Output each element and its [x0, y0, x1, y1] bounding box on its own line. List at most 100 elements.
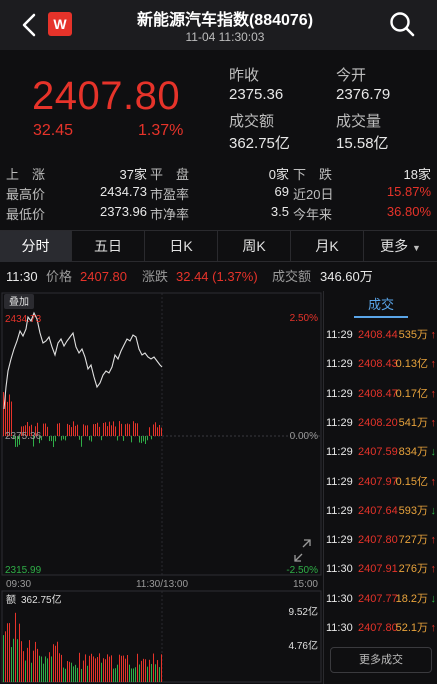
search-icon[interactable] [388, 10, 416, 38]
inner-volume-bar [77, 424, 78, 436]
inner-volume-bar [115, 426, 116, 436]
trade-price: 2407.80 [358, 622, 398, 634]
volume-tick-high: 9.52亿 [289, 605, 318, 618]
volume-bar [23, 651, 24, 682]
inner-volume-bar [161, 427, 162, 436]
volume-bar [87, 665, 88, 682]
inner-volume-bar [151, 436, 152, 440]
time-axis-start: 09:30 [6, 579, 31, 590]
stats-row: 最低价 2373.96 市净率 3.5 今年来 36.80% [0, 204, 437, 223]
volume-bar [7, 623, 8, 682]
app-logo[interactable]: W [48, 12, 72, 36]
intraday-chart[interactable]: 叠加 2434.73 2.50% 2375.36 0.00% 2315.99 -… [0, 291, 323, 684]
tab-intraday[interactable]: 分时 [0, 231, 72, 262]
volume-bar [157, 660, 158, 682]
info-amount: 346.60万 [320, 269, 373, 284]
tab-five-day[interactable]: 五日 [72, 231, 145, 262]
y-axis-low: 2315.99 [5, 565, 42, 576]
prev-close-label: 昨收 [229, 67, 260, 84]
inner-volume-bar [101, 436, 102, 441]
chart-period-tabs: 分时 五日 日K 周K 月K 更多 ▼ [0, 230, 437, 262]
trades-tab-underline [354, 316, 408, 318]
trade-row: 11:29 2408.43 0.13亿 ↑ [324, 356, 437, 372]
volume-bar [153, 653, 154, 682]
inner-volume-bar [127, 423, 128, 436]
volume-bar [9, 623, 10, 682]
volume-bar [71, 662, 72, 682]
inner-volume-bar [89, 436, 90, 441]
trade-time: 11:30 [326, 563, 353, 576]
trade-amount: 52.1万 [395, 622, 428, 634]
stat-value: 0家 [268, 167, 289, 182]
inner-volume-bar [125, 424, 126, 436]
volume-bar [135, 667, 136, 682]
open-value: 2376.79 [336, 86, 391, 103]
volume-bar [145, 659, 146, 682]
trades-tab[interactable]: 成交 [324, 291, 437, 319]
volume-bars [3, 612, 162, 682]
inner-volume-bar [155, 422, 156, 436]
volume-bar [51, 656, 52, 682]
info-price: 2407.80 [80, 269, 127, 284]
info-price-label: 价格 [46, 269, 73, 284]
volume-bar [125, 658, 126, 682]
inner-volume-bar [55, 436, 56, 442]
trade-price: 2407.80 [358, 534, 398, 547]
prev-close-value: 2375.36 [229, 86, 284, 103]
volume-bar [53, 644, 54, 682]
y-axis-high-pct: 2.50% [290, 313, 318, 324]
volume-bar [35, 641, 36, 682]
tab-monthly-k[interactable]: 月K [291, 231, 364, 262]
stat-value: 37家 [119, 167, 147, 182]
volume-bar [39, 655, 40, 682]
trade-price: 2408.43 [358, 358, 398, 371]
trade-price: 2407.91 [358, 563, 398, 576]
time-axis-end: 15:00 [293, 579, 318, 590]
volume-bar [147, 666, 148, 682]
tab-more[interactable]: 更多 ▼ [364, 231, 437, 262]
volume-bar [141, 660, 142, 682]
stat-value: 2434.73 [100, 184, 147, 199]
volume-bar [75, 664, 76, 682]
inner-volume-bar [143, 436, 144, 442]
inner-volume-bar [83, 424, 84, 436]
trade-ticker-panel: 成交 11:29 2408.44 535万 ↑ 11:29 2408.43 0.13亿 ↑ 11… [323, 291, 437, 684]
more-trades-button[interactable]: 更多成交 [330, 647, 432, 673]
overlay-button[interactable]: 叠加 [9, 296, 29, 308]
trade-time: 11:30 [326, 592, 353, 605]
inner-volume-bar [65, 436, 66, 441]
volume-bar [5, 631, 6, 682]
trade-amount: 593万 [398, 504, 428, 517]
inner-volume-bar [147, 436, 148, 441]
stat-label: 下 跌 [293, 167, 333, 182]
info-amount-label: 成交额 [272, 269, 312, 284]
arrow-up-icon: ↑ [430, 358, 437, 371]
inner-volume-bar [93, 424, 94, 436]
volume-bar [17, 639, 18, 682]
volume-bar [19, 623, 20, 682]
price-change-percent: 1.37% [138, 122, 184, 139]
back-arrow-icon[interactable] [18, 12, 42, 38]
volume-bar [143, 658, 144, 682]
stats-row: 最高价 2434.73 市盈率 69 近20日 15.87% [0, 184, 437, 203]
volume-bar [151, 663, 152, 682]
quote-panel: 2407.80 32.45 1.37% 昨收 2375.36 今开 2376.7… [0, 50, 437, 160]
stat-value: 15.87% [386, 184, 431, 199]
volume-bar [83, 660, 84, 682]
volume-bar [11, 647, 12, 682]
volume-bar [93, 656, 94, 682]
stat-value: 18家 [403, 167, 431, 182]
time-axis-mid: 11:30/13:00 [136, 579, 189, 590]
inner-volume-bar [43, 423, 44, 436]
arrow-down-icon: ↓ [430, 592, 437, 605]
tab-weekly-k[interactable]: 周K [218, 231, 291, 262]
trade-row: 11:29 2407.64 593万 ↓ [324, 503, 437, 519]
inner-volume-bar [133, 421, 134, 436]
trade-row: 11:29 2407.97 0.15亿 ↑ [324, 474, 437, 490]
fullscreen-icon[interactable] [294, 539, 311, 562]
trade-time: 11:29 [326, 534, 353, 547]
volume-bar [101, 662, 102, 682]
tab-daily-k[interactable]: 日K [145, 231, 218, 262]
volume-bar [107, 654, 108, 682]
inner-volume-bar [105, 422, 106, 436]
